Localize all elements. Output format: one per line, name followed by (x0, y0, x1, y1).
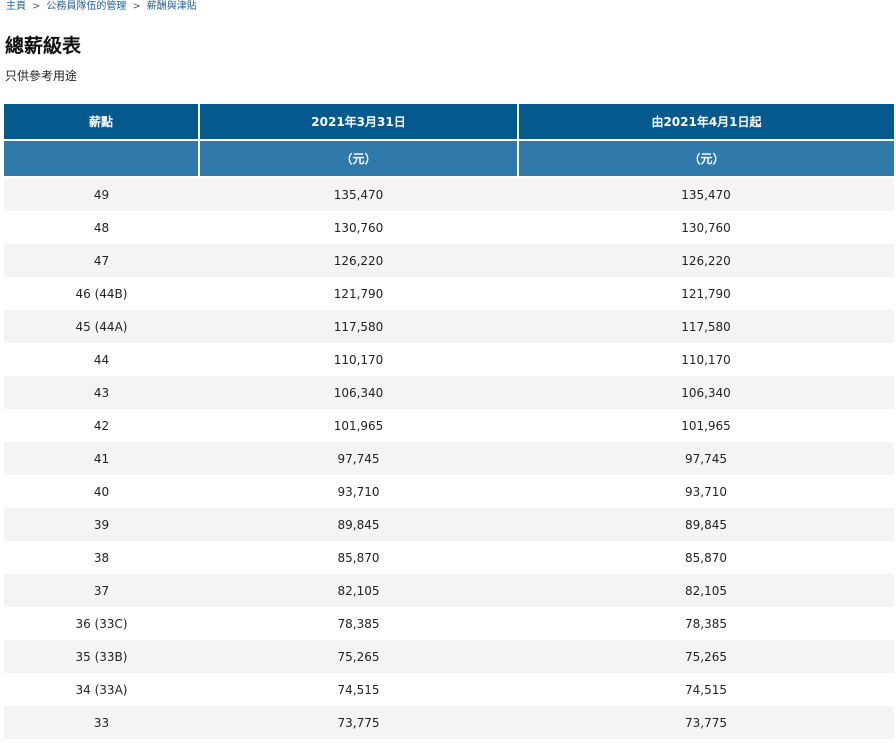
cell-salary-from-2021-04-01: 73,775 (518, 706, 894, 739)
cell-salary-2021-03-31: 130,760 (199, 211, 518, 244)
cell-pay-point: 42 (4, 409, 199, 442)
cell-pay-point: 47 (4, 244, 199, 277)
table-row: 38 85,870 85,870 (4, 541, 894, 574)
header-date-from-2021-04-01: 由2021年4月1日起 (518, 104, 894, 141)
table-row: 40 93,710 93,710 (4, 475, 894, 508)
table-header-row: 薪點 2021年3月31日 由2021年4月1日起 (4, 104, 894, 141)
cell-salary-from-2021-04-01: 85,870 (518, 541, 894, 574)
header-date-2021-03-31: 2021年3月31日 (199, 104, 519, 141)
cell-salary-2021-03-31: 93,710 (199, 475, 518, 508)
cell-salary-from-2021-04-01: 82,105 (518, 574, 894, 607)
cell-pay-point: 48 (4, 211, 199, 244)
table-row: 41 97,745 97,745 (4, 442, 894, 475)
cell-pay-point: 46 (44B) (4, 277, 199, 310)
cell-salary-2021-03-31: 74,515 (199, 673, 518, 706)
table-row: 42 101,965 101,965 (4, 409, 894, 442)
breadcrumb-separator: > (32, 1, 41, 12)
cell-pay-point: 37 (4, 574, 199, 607)
cell-salary-from-2021-04-01: 101,965 (518, 409, 894, 442)
table-row: 43 106,340 106,340 (4, 376, 894, 409)
cell-salary-from-2021-04-01: 117,580 (518, 310, 894, 343)
table-body: 49 135,470 135,470 48 130,760 130,760 47 126,22… (4, 177, 894, 739)
cell-salary-from-2021-04-01: 130,760 (518, 211, 894, 244)
cell-salary-from-2021-04-01: 97,745 (518, 442, 894, 475)
table-row: 48 130,760 130,760 (4, 211, 894, 244)
table-row: 37 82,105 82,105 (4, 574, 894, 607)
breadcrumb: 主頁 > 公務員隊伍的管理 > 薪酬與津貼 (6, 1, 197, 13)
table-row: 45 (44A) 117,580 117,580 (4, 310, 894, 343)
table-row: 47 126,220 126,220 (4, 244, 894, 277)
table-row: 34 (33A) 74,515 74,515 (4, 673, 894, 706)
cell-salary-from-2021-04-01: 106,340 (518, 376, 894, 409)
table-row: 49 135,470 135,470 (4, 177, 894, 211)
breadcrumb-link-pay-and-allowances[interactable]: 薪酬與津貼 (147, 1, 197, 12)
subheader-unit: （元） (518, 140, 894, 178)
cell-salary-from-2021-04-01: 74,515 (518, 673, 894, 706)
cell-pay-point: 34 (33A) (4, 673, 199, 706)
cell-salary-2021-03-31: 97,745 (199, 442, 518, 475)
cell-salary-2021-03-31: 135,470 (199, 177, 518, 211)
subheader-unit: （元） (199, 140, 519, 178)
breadcrumb-link-civil-service-management[interactable]: 公務員隊伍的管理 (46, 1, 126, 12)
cell-pay-point: 39 (4, 508, 199, 541)
table-row: 36 (33C) 78,385 78,385 (4, 607, 894, 640)
cell-salary-2021-03-31: 82,105 (199, 574, 518, 607)
cell-salary-from-2021-04-01: 93,710 (518, 475, 894, 508)
cell-pay-point: 35 (33B) (4, 640, 199, 673)
table-subheader-row: （元） （元） (4, 140, 894, 178)
cell-salary-from-2021-04-01: 75,265 (518, 640, 894, 673)
breadcrumb-link-home[interactable]: 主頁 (6, 1, 26, 12)
table-row: 46 (44B) 121,790 121,790 (4, 277, 894, 310)
cell-pay-point: 40 (4, 475, 199, 508)
table-row: 44 110,170 110,170 (4, 343, 894, 376)
subheader-pay-point (4, 140, 200, 178)
table-row: 33 73,775 73,775 (4, 706, 894, 739)
cell-salary-from-2021-04-01: 135,470 (518, 177, 894, 211)
cell-pay-point: 41 (4, 442, 199, 475)
cell-salary-2021-03-31: 101,965 (199, 409, 518, 442)
cell-salary-2021-03-31: 121,790 (199, 277, 518, 310)
breadcrumb-separator: > (132, 1, 141, 12)
cell-salary-from-2021-04-01: 126,220 (518, 244, 894, 277)
cell-salary-2021-03-31: 73,775 (199, 706, 518, 739)
cell-pay-point: 33 (4, 706, 199, 739)
cell-salary-2021-03-31: 117,580 (199, 310, 518, 343)
table-row: 39 89,845 89,845 (4, 508, 894, 541)
cell-pay-point: 43 (4, 376, 199, 409)
cell-salary-2021-03-31: 106,340 (199, 376, 518, 409)
cell-salary-from-2021-04-01: 121,790 (518, 277, 894, 310)
cell-pay-point: 49 (4, 177, 199, 211)
cell-salary-2021-03-31: 89,845 (199, 508, 518, 541)
cell-pay-point: 38 (4, 541, 199, 574)
cell-salary-from-2021-04-01: 78,385 (518, 607, 894, 640)
cell-salary-from-2021-04-01: 89,845 (518, 508, 894, 541)
salary-scale-table: 薪點 2021年3月31日 由2021年4月1日起 （元） （元） 49 135,… (4, 104, 894, 739)
cell-salary-2021-03-31: 78,385 (199, 607, 518, 640)
cell-salary-2021-03-31: 126,220 (199, 244, 518, 277)
cell-salary-from-2021-04-01: 110,170 (518, 343, 894, 376)
header-pay-point: 薪點 (4, 104, 200, 141)
page-title: 總薪級表 (5, 35, 82, 57)
page-subtitle: 只供參考用途 (5, 69, 78, 83)
table-row: 35 (33B) 75,265 75,265 (4, 640, 894, 673)
cell-salary-2021-03-31: 75,265 (199, 640, 518, 673)
cell-salary-2021-03-31: 85,870 (199, 541, 518, 574)
cell-pay-point: 45 (44A) (4, 310, 199, 343)
cell-pay-point: 36 (33C) (4, 607, 199, 640)
cell-salary-2021-03-31: 110,170 (199, 343, 518, 376)
cell-pay-point: 44 (4, 343, 199, 376)
